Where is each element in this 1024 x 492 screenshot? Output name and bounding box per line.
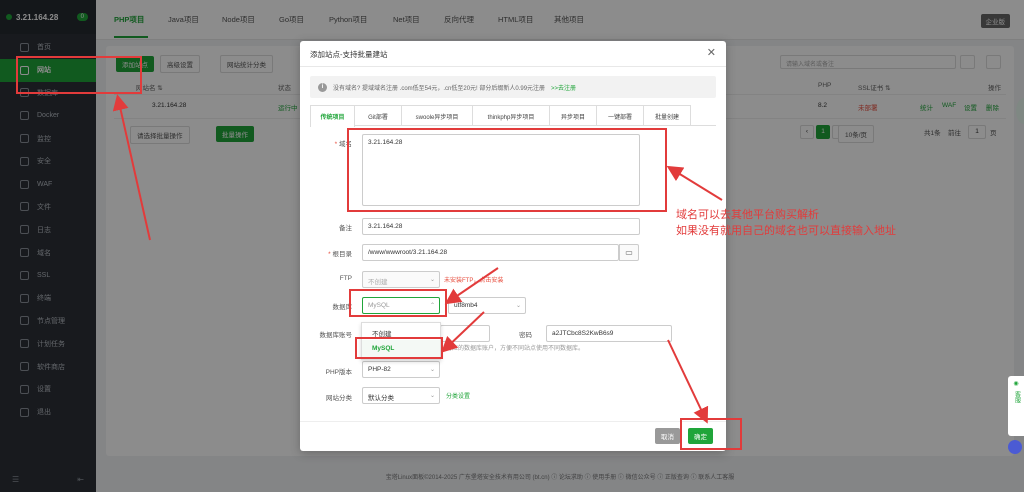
customer-service-button[interactable]: ◉ 客服 <box>1008 376 1024 436</box>
highlight-mysql-option <box>355 337 443 359</box>
highlight-website-menu <box>16 56 142 94</box>
category-settings-link[interactable]: 分类设置 <box>446 391 470 400</box>
root-dir-label: * 根目录 <box>328 251 352 258</box>
divider <box>300 421 726 422</box>
chevron-down-icon: ⌄ <box>429 367 435 373</box>
project-type-tabs: 传统项目 Git部署 swoole异步项目 thinkphp异步项目 异步项目 … <box>310 105 716 127</box>
register-link[interactable]: >>去注册 <box>551 83 576 92</box>
annotation-text-1: 域名可以去其他平台购买解析 <box>676 209 819 221</box>
domain-notice: i 没有域名? 提域域名注册 .com低至54元，.cn低至20元! 部分后缀新… <box>310 76 716 98</box>
db-account-label: 数据库账号 <box>319 332 353 339</box>
php-version-label: PHP版本 <box>325 369 352 376</box>
notice-text: 没有域名? 提域域名注册 .com低至54元，.cn低至20元! 部分后缀新人0… <box>333 85 546 92</box>
db-account-note: 对应的数据库账户，方便不同站点使用不同数据库。 <box>446 346 585 352</box>
database-label: 数据库 <box>332 304 353 311</box>
ftp-select[interactable]: 不创建 ⌄ <box>362 271 440 288</box>
php-version-select[interactable]: PHP-82 ⌄ <box>362 361 440 378</box>
chevron-down-icon: ⌄ <box>515 303 521 309</box>
tab-thinkphp[interactable]: thinkphp异步项目 <box>472 105 550 126</box>
root-dir-input[interactable]: /www/wwwroot/3.21.164.28 <box>362 244 619 261</box>
chevron-down-icon: ⌄ <box>429 277 435 283</box>
ftp-label: FTP <box>339 275 352 282</box>
assistant-icon[interactable] <box>1008 440 1022 454</box>
highlight-database-select <box>349 289 447 317</box>
tab-git-deploy[interactable]: Git部署 <box>354 105 402 126</box>
remark-input[interactable]: 3.21.164.28 <box>362 218 640 235</box>
db-password-input[interactable]: a2JTCbc8S2KwB6s9 <box>546 325 672 342</box>
ftp-install-link[interactable]: 未安装FTP，点击安装 <box>444 275 503 284</box>
cancel-button[interactable]: 取消 <box>655 428 680 444</box>
info-icon: i <box>318 82 327 92</box>
highlight-domain-field <box>347 128 667 212</box>
tab-traditional[interactable]: 传统项目 <box>310 105 355 127</box>
divider <box>300 66 726 67</box>
chevron-down-icon: ⌄ <box>429 393 435 399</box>
charset-select[interactable]: utf8mb4 ⌄ <box>448 297 526 314</box>
tab-async[interactable]: 异步项目 <box>549 105 597 126</box>
headset-icon: ◉ <box>1013 381 1019 387</box>
folder-icon[interactable]: ▭ <box>619 244 639 261</box>
remark-label: 备注 <box>339 225 352 232</box>
tab-batch-create[interactable]: 批量创建 <box>643 105 691 126</box>
highlight-confirm-button <box>680 418 742 450</box>
tab-one-click[interactable]: 一键部署 <box>596 105 644 126</box>
annotation-text-2: 如果没有就用自己的域名也可以直接输入地址 <box>676 225 896 237</box>
dialog-title: 添加站点-支持批量建站 <box>310 50 388 59</box>
domain-label: * 域名 <box>334 141 352 148</box>
category-select[interactable]: 默认分类 ⌄ <box>362 387 440 404</box>
tab-swoole[interactable]: swoole异步项目 <box>401 105 473 126</box>
category-label: 网站分类 <box>326 395 352 402</box>
customer-service-label: 客服 <box>1013 391 1020 403</box>
db-password-label: 密码 <box>519 332 532 339</box>
close-icon[interactable]: ✕ <box>707 46 716 59</box>
